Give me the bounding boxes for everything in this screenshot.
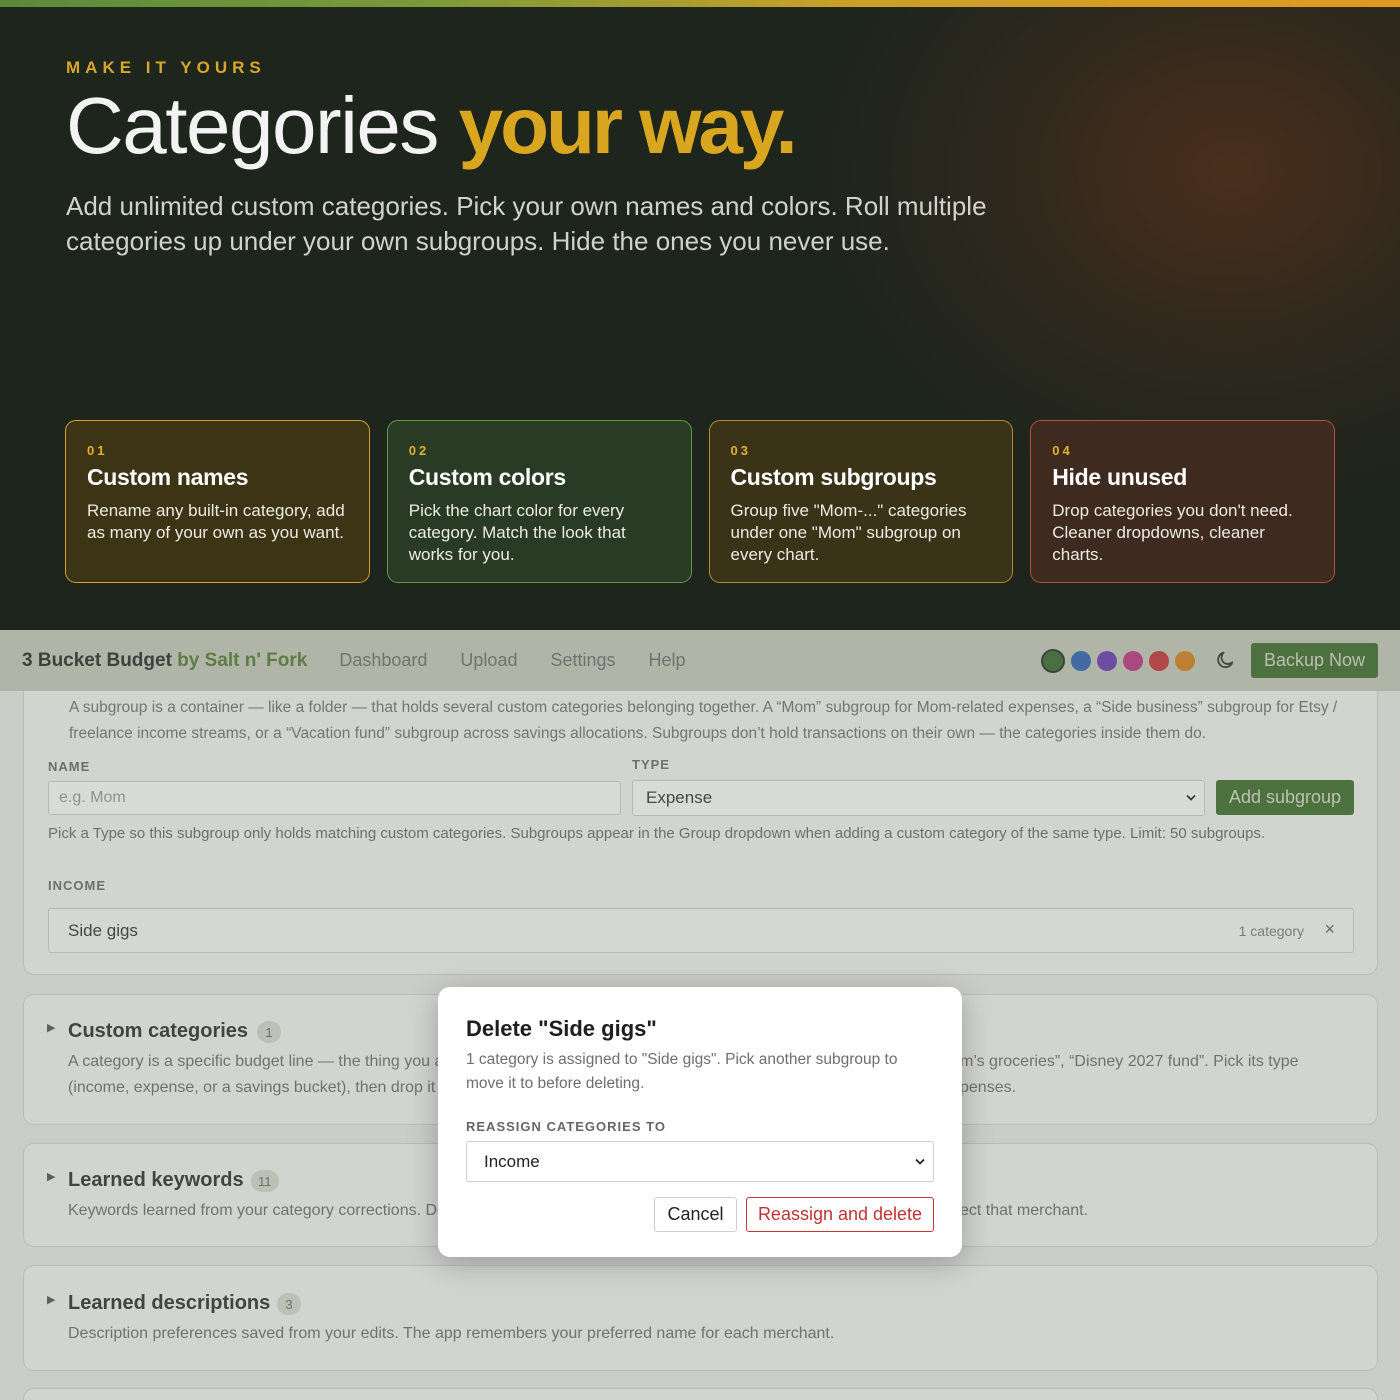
- feature-card-title: Hide unused: [1052, 464, 1187, 490]
- feature-card-hide-unused: 04 Hide unused Drop categories you don't…: [1030, 420, 1335, 583]
- feature-card-description: Group five "Mom-..." categories under on…: [730, 501, 967, 564]
- feature-card-title: Custom names: [87, 464, 249, 490]
- feature-card-description: Pick the chart color for every category.…: [408, 501, 626, 564]
- reassign-label: REASSIGN CATEGORIES TO: [466, 1119, 666, 1134]
- feature-card-description: Rename any built-in category, add as man…: [87, 501, 345, 542]
- dialog-title: Delete "Side gigs": [466, 1016, 657, 1041]
- feature-card-number: 01: [87, 443, 108, 458]
- chevron-down-icon: [915, 1158, 925, 1165]
- hero-title: Categories your way.: [66, 86, 798, 166]
- hero-subtitle: Add unlimited custom categories. Pick yo…: [66, 191, 987, 256]
- dialog-description: 1 category is assigned to "Side gigs". P…: [466, 1051, 898, 1092]
- feature-card-number: 04: [1052, 443, 1073, 458]
- reassign-and-delete-button[interactable]: Reassign and delete: [746, 1197, 934, 1232]
- feature-card-custom-subgroups: 03 Custom subgroups Group five "Mom-..."…: [708, 420, 1014, 583]
- hero-eyebrow: MAKE IT YOURS: [66, 58, 266, 77]
- delete-subgroup-dialog: Delete "Side gigs" 1 category is assigne…: [438, 987, 962, 1257]
- feature-card-custom-colors: 02 Custom colors Pick the chart color fo…: [386, 420, 692, 583]
- cancel-button[interactable]: Cancel: [654, 1197, 737, 1232]
- hero-section: MAKE IT YOURS Categories your way. Add u…: [0, 0, 1400, 630]
- reassign-select[interactable]: Income: [466, 1141, 934, 1182]
- hero-title-accent: your way.: [458, 81, 798, 170]
- feature-card-custom-names: 01 Custom names Rename any built-in cate…: [65, 420, 370, 583]
- feature-cards: 01 Custom names Rename any built-in cate…: [65, 420, 1335, 583]
- feature-card-number: 03: [730, 443, 751, 458]
- feature-card-title: Custom colors: [408, 464, 566, 490]
- feature-card-title: Custom subgroups: [730, 464, 937, 490]
- feature-card-description: Drop categories you don't need. Cleaner …: [1052, 501, 1293, 564]
- hero-title-plain: Categories: [66, 81, 459, 170]
- hero-gradient-stripe: [0, 0, 1400, 7]
- reassign-select-value: Income: [484, 1151, 540, 1171]
- feature-card-number: 02: [408, 443, 430, 458]
